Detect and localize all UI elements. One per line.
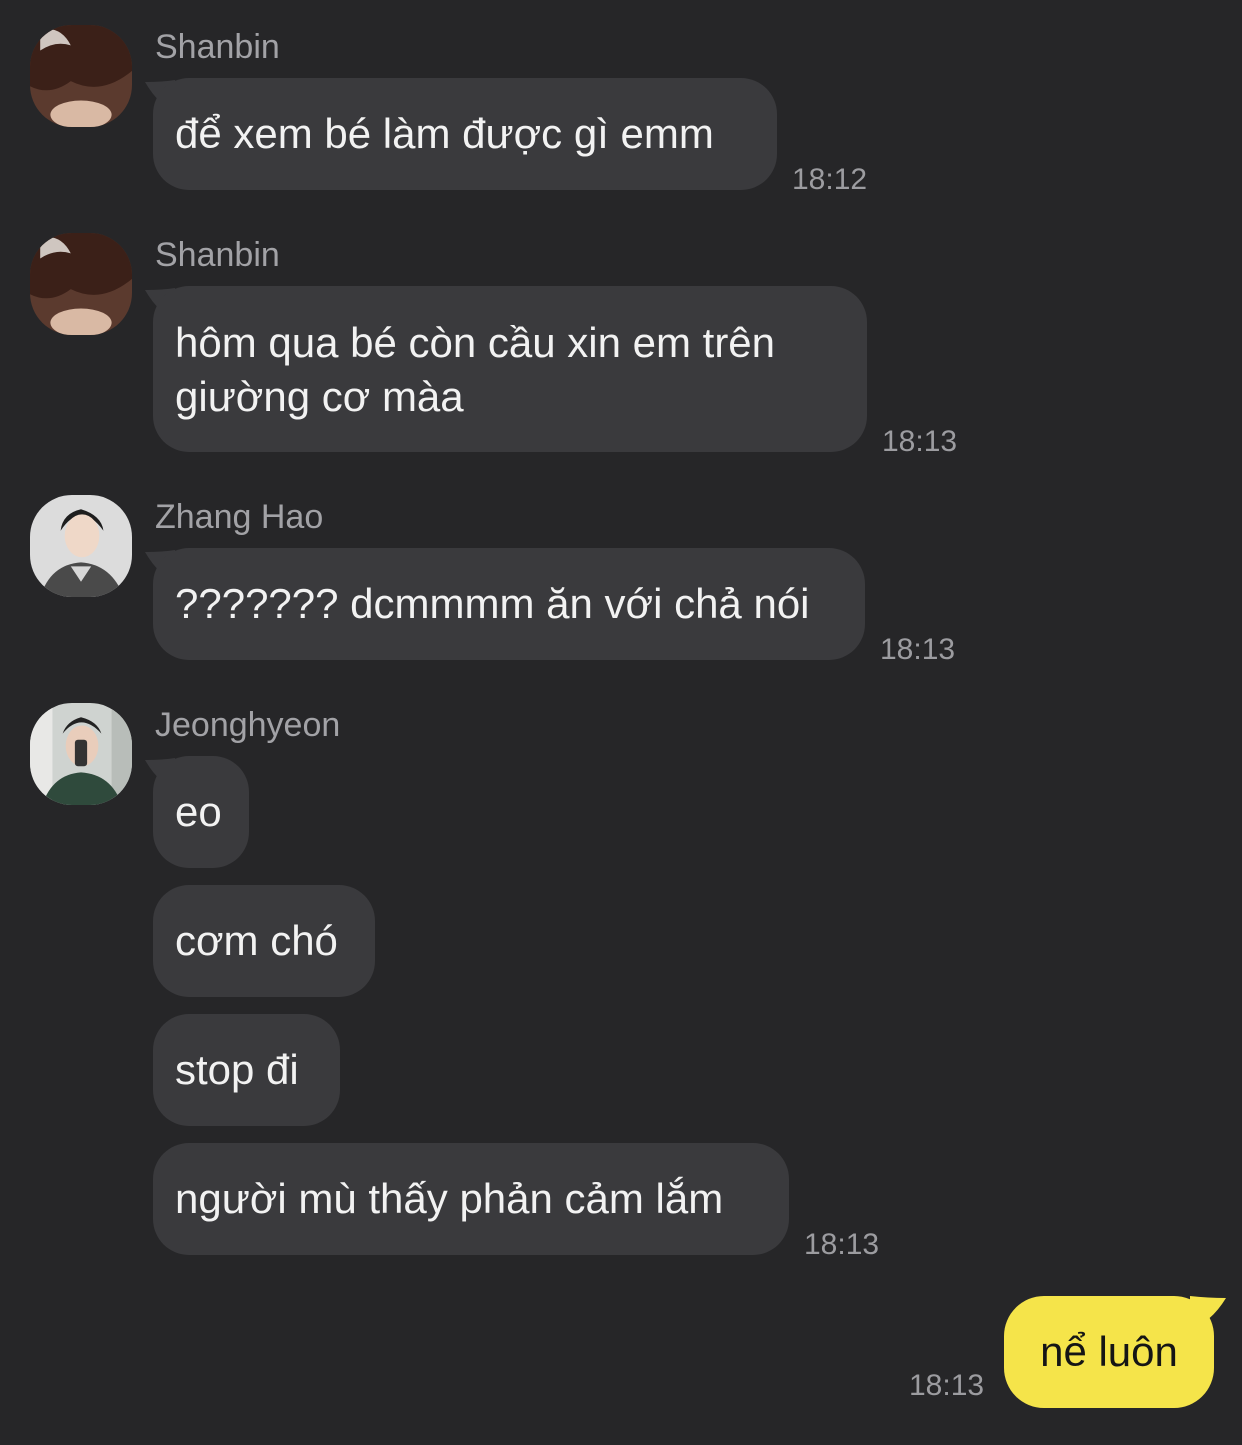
message-bubble[interactable]: hôm qua bé còn cầu xin em trên giường cơ… — [153, 286, 867, 452]
message-time: 18:12 — [792, 163, 868, 196]
avatar-image — [30, 495, 132, 597]
bubble-tail — [1190, 1296, 1226, 1328]
message-time: 18:13 — [909, 1369, 985, 1402]
avatar-shanbin[interactable] — [30, 233, 132, 335]
message-bubble[interactable]: để xem bé làm được gì emm — [153, 78, 777, 190]
avatar-image — [30, 25, 132, 127]
sender-name: Zhang Hao — [155, 498, 324, 536]
message-time: 18:13 — [882, 425, 958, 458]
avatar-image — [30, 233, 132, 335]
message-bubble[interactable]: eo — [153, 756, 249, 868]
message-bubble[interactable]: ??????? dcmmmm ăn với chả nói — [153, 548, 865, 660]
sender-name: Shanbin — [155, 28, 280, 66]
my-message-bubble[interactable]: nể luôn — [1004, 1296, 1214, 1408]
message-bubble[interactable]: cơm chó — [153, 885, 375, 997]
avatar-jeonghyeon[interactable] — [30, 703, 132, 805]
sender-name: Shanbin — [155, 236, 280, 274]
avatar-shanbin[interactable] — [30, 25, 132, 127]
message-time: 18:13 — [804, 1228, 880, 1261]
message-bubble[interactable]: người mù thấy phản cảm lắm — [153, 1143, 789, 1255]
message-time: 18:13 — [880, 633, 956, 666]
sender-name: Jeonghyeon — [155, 706, 341, 744]
avatar-image — [30, 703, 132, 805]
message-bubble[interactable]: stop đi — [153, 1014, 340, 1126]
avatar-zhanghao[interactable] — [30, 495, 132, 597]
